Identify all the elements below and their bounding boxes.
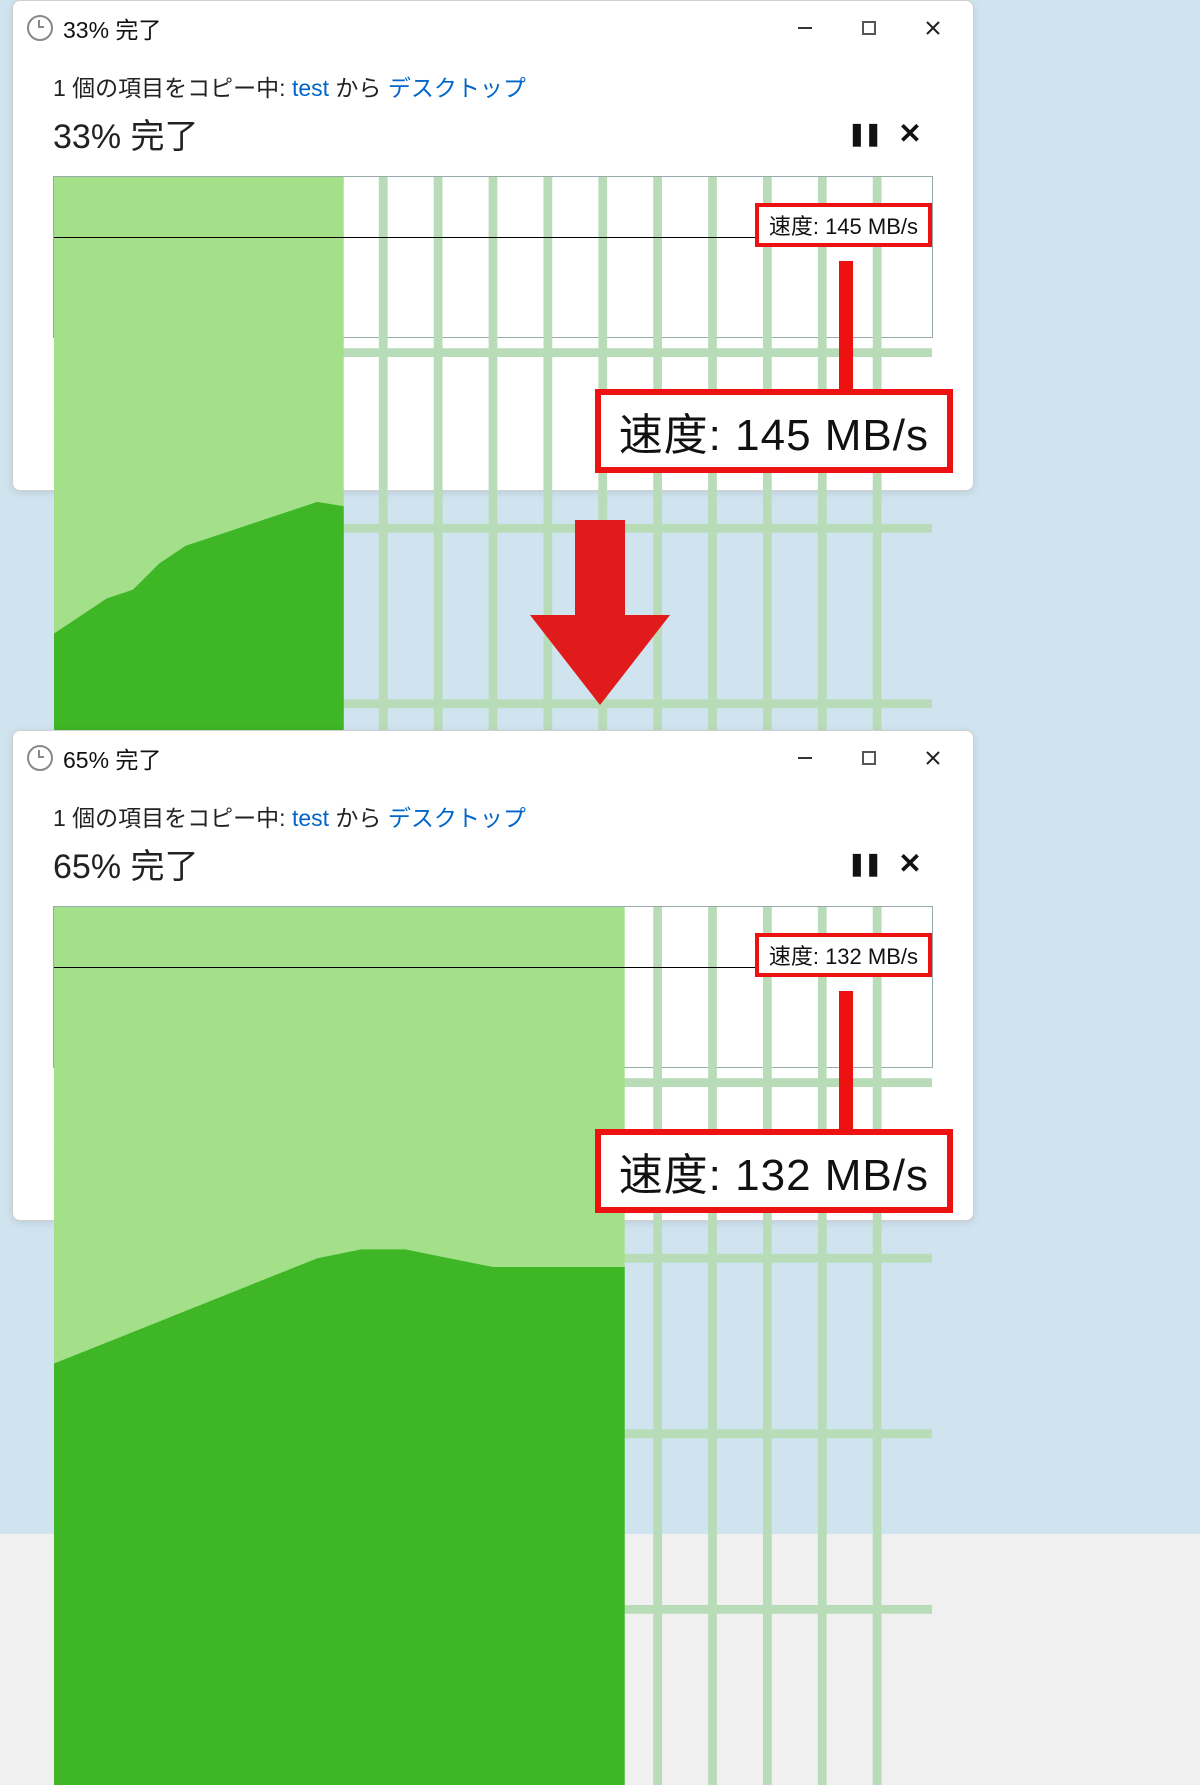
speed-badge: 速度: 132 MB/s: [755, 933, 932, 977]
minimize-button[interactable]: [773, 736, 837, 780]
down-arrow-icon: [520, 520, 680, 710]
callout-connector: [839, 991, 853, 1141]
copy-mid: から: [329, 75, 388, 101]
copy-prefix: 1 個の項目をコピー中:: [53, 805, 292, 831]
copy-dialog-2: 65% 完了 1 個の項目をコピー中: test から デスクトップ 65% 完…: [12, 730, 974, 1221]
speed-chart: 速度: 132 MB/s: [53, 906, 933, 1068]
copy-description: 1 個の項目をコピー中: test から デスクトップ: [53, 799, 933, 833]
pause-button[interactable]: ❚❚: [841, 121, 887, 147]
callout-connector: [839, 261, 853, 401]
maximize-button[interactable]: [837, 6, 901, 50]
copy-description: 1 個の項目をコピー中: test から デスクトップ: [53, 69, 933, 103]
copy-mid: から: [329, 805, 388, 831]
source-link[interactable]: test: [292, 805, 329, 831]
cancel-button[interactable]: ✕: [887, 117, 933, 150]
dest-link[interactable]: デスクトップ: [388, 75, 526, 101]
window-title: 65% 完了: [63, 741, 161, 775]
cancel-button[interactable]: ✕: [887, 847, 933, 880]
dest-link[interactable]: デスクトップ: [388, 805, 526, 831]
titlebar: 65% 完了: [13, 731, 973, 785]
chart-fill: [54, 907, 932, 1785]
titlebar: 33% 完了: [13, 1, 973, 55]
speed-callout: 速度: 132 MB/s: [595, 1129, 953, 1213]
clock-icon: [27, 15, 53, 41]
pause-button[interactable]: ❚❚: [841, 851, 887, 877]
copy-dialog-1: 33% 完了 1 個の項目をコピー中: test から デスクトップ 33% 完…: [12, 0, 974, 491]
copy-prefix: 1 個の項目をコピー中:: [53, 75, 292, 101]
speed-badge: 速度: 145 MB/s: [755, 203, 932, 247]
source-link[interactable]: test: [292, 75, 329, 101]
window-title: 33% 完了: [63, 11, 161, 45]
close-button[interactable]: [901, 6, 965, 50]
speed-chart: 速度: 145 MB/s: [53, 176, 933, 338]
clock-icon: [27, 745, 53, 771]
minimize-button[interactable]: [773, 6, 837, 50]
close-button[interactable]: [901, 736, 965, 780]
speed-callout: 速度: 145 MB/s: [595, 389, 953, 473]
maximize-button[interactable]: [837, 736, 901, 780]
progress-percent: 65% 完了: [53, 839, 199, 888]
progress-percent: 33% 完了: [53, 109, 199, 158]
